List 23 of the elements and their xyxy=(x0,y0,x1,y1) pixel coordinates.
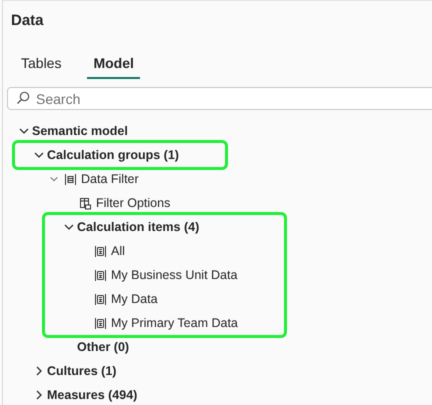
tree-item[interactable]: Semantic model xyxy=(3,119,432,143)
tree-item[interactable]: All xyxy=(45,239,238,263)
calculator-icon xyxy=(94,268,106,282)
tree-item[interactable]: Data Filter xyxy=(3,167,432,191)
table-icon xyxy=(64,172,76,186)
tree-item[interactable]: Cultures (1) xyxy=(3,359,432,383)
tree-item[interactable]: Calculation items (4) xyxy=(45,215,238,239)
tree-item[interactable]: Other (0) xyxy=(3,335,432,359)
tree-item[interactable]: Filter Options xyxy=(3,191,432,215)
tab[interactable]: Model xyxy=(87,49,140,79)
tab[interactable]: Tables xyxy=(15,49,68,79)
search-icon xyxy=(16,91,30,105)
tree-item[interactable]: My Primary Team Data xyxy=(45,311,238,335)
column-icon xyxy=(78,196,92,210)
calculator-icon xyxy=(94,292,106,306)
calculator-icon xyxy=(94,316,106,330)
tree-item[interactable]: Measures (494) xyxy=(3,383,432,405)
tree-item[interactable]: Calculation groups (1) xyxy=(15,143,179,167)
tree-item[interactable]: My Data xyxy=(45,287,238,311)
panel-title: Data xyxy=(10,11,45,30)
search-field[interactable]: Search xyxy=(7,87,432,110)
tree-item[interactable]: My Business Unit Data xyxy=(45,263,238,287)
calculator-icon xyxy=(94,244,106,258)
